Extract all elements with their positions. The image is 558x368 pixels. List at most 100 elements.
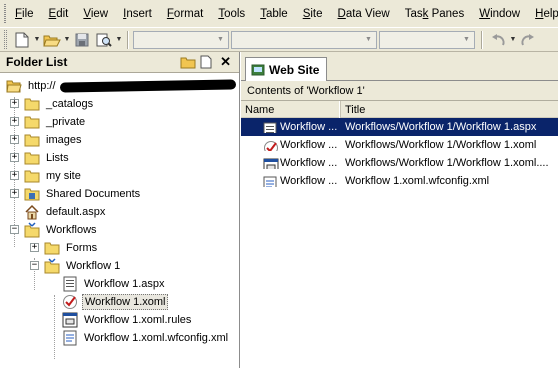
tree-label: default.aspx [46,206,106,218]
tree-item-workflow1-wfconfig[interactable]: Workflow 1.xoml.wfconfig.xml [62,329,230,347]
preview-search-icon [96,33,112,47]
file-title: Workflows/Workflow 1/Workflow 1.aspx [345,121,537,133]
file-row[interactable]: Workflow ... Workflows/Workflow 1/Workflo… [241,154,558,172]
tree-item-workflow1[interactable]: − Workflow 1 [30,257,122,275]
style-combo[interactable]: ▼ [133,30,229,49]
folder-list-title: Folder List [6,55,68,69]
folder-icon [24,114,40,130]
redo-icon [521,33,534,45]
tree-label: Forms [66,242,98,254]
folder-list-header: Folder List ✕ [0,52,239,73]
web-site-icon [251,64,265,75]
open-button[interactable] [41,30,63,50]
open-dropdown[interactable]: ▼ [63,30,71,50]
tree-item-mysite[interactable]: + my site [10,167,83,185]
xml-config-icon [263,176,279,187]
tree-label: _private [46,116,86,128]
menu-view[interactable]: View [78,8,113,20]
expand-plus-icon[interactable]: + [30,243,39,252]
collapse-minus-icon[interactable]: − [10,225,19,234]
menu-insert[interactable]: Insert [118,8,157,20]
folder-icon [24,168,40,184]
expand-plus-icon[interactable]: + [10,117,19,126]
tab-strip: Web Site [241,52,558,81]
tree-item-workflow1-xoml[interactable]: Workflow 1.xoml [62,293,169,311]
menu-data-view[interactable]: Data View [333,8,395,20]
menu-table[interactable]: Table [255,8,293,20]
tree-root-http[interactable]: http:// [6,77,236,95]
tree-item-images[interactable]: + images [10,131,83,149]
menu-site[interactable]: Site [298,8,328,20]
menu-grip[interactable] [4,4,6,23]
expand-plus-icon[interactable]: + [10,153,19,162]
tree-label-selected: Workflow 1.xoml [82,294,169,310]
workflow-folder-icon [44,258,60,274]
column-header-name[interactable]: Name [241,101,341,118]
aspx-page-icon [263,122,279,133]
rules-file-icon [263,158,279,169]
new-page-button[interactable] [11,30,33,50]
file-name: Workflow ... [280,121,338,133]
file-name: Workflow ... [280,157,338,169]
xoml-workflow-icon [263,140,279,151]
file-name-cell: Workflow ... [241,139,341,151]
size-combo[interactable]: ▼ [379,30,475,49]
menu-format[interactable]: Format [162,8,208,20]
expand-plus-icon[interactable]: + [10,135,19,144]
new-page-dropdown[interactable]: ▼ [33,30,41,50]
tree-item-workflow1-rules[interactable]: Workflow 1.xoml.rules [62,311,193,329]
undo-dropdown[interactable]: ▼ [509,30,517,50]
tree-root-label: http:// [28,80,56,92]
toolbar-grip[interactable] [4,30,7,49]
new-page-icon[interactable] [200,55,212,69]
publish-button[interactable] [93,30,115,50]
tree-item-private[interactable]: + _private [10,113,87,131]
collapse-minus-icon[interactable]: − [30,261,39,270]
folder-icon [24,96,40,112]
undo-icon [492,33,505,45]
undo-button[interactable] [487,30,509,50]
file-row[interactable]: Workflow ... Workflows/Workflow 1/Workflo… [241,118,558,136]
tree-item-lists[interactable]: + Lists [10,149,71,167]
file-title: Workflows/Workflow 1/Workflow 1.xoml [345,139,537,151]
toolbar-separator [127,30,129,49]
workflow-folder-icon [24,222,40,238]
close-icon[interactable]: ✕ [220,55,231,69]
save-button[interactable] [71,30,93,50]
new-page-icon [15,32,29,47]
tree-label: my site [46,170,81,182]
file-name: Workflow ... [280,139,338,151]
expand-plus-icon[interactable]: + [10,171,19,180]
rules-file-icon [62,312,78,328]
new-folder-icon[interactable] [180,56,196,69]
tree-item-default-aspx[interactable]: default.aspx [24,203,107,221]
menu-edit[interactable]: Edit [44,8,74,20]
expand-plus-icon[interactable]: + [10,99,19,108]
publish-dropdown[interactable]: ▼ [115,30,123,50]
file-name-cell: Workflow ... [241,121,341,133]
font-combo[interactable]: ▼ [231,30,377,49]
menu-file[interactable]: File [10,8,39,20]
tab-web-site[interactable]: Web Site [245,57,327,81]
folder-icon [24,132,40,148]
tree-item-workflows[interactable]: − Workflows [10,221,99,239]
menu-help[interactable]: Help [530,8,558,20]
tree-label: images [46,134,82,146]
file-title: Workflows/Workflow 1/Workflow 1.xoml.... [345,157,549,169]
menu-tools[interactable]: Tools [213,8,250,20]
redo-button[interactable] [517,30,539,50]
menu-window[interactable]: Window [474,8,525,20]
file-row[interactable]: Workflow ... Workflows/Workflow 1/Workflo… [241,136,558,154]
tree-item-workflow1-aspx[interactable]: Workflow 1.aspx [62,275,167,293]
column-header-title[interactable]: Title [341,101,558,118]
file-row[interactable]: Workflow ... Workflow 1.xoml.wfconfig.xml [241,172,558,190]
tree-item-forms[interactable]: + Forms [30,239,99,257]
tree-label: _catalogs [46,98,94,110]
tree-item-catalogs[interactable]: + _catalogs [10,95,95,113]
tree-item-shared-documents[interactable]: + Shared Documents [10,185,142,203]
xml-config-icon [62,330,78,346]
standard-toolbar: ▼ ▼ ▼ ▼ ▼ ▼ ▼ [0,27,558,52]
column-name-label: Name [245,103,275,116]
expand-plus-icon[interactable]: + [10,189,19,198]
menu-task-panes[interactable]: Task Panes [400,8,469,20]
